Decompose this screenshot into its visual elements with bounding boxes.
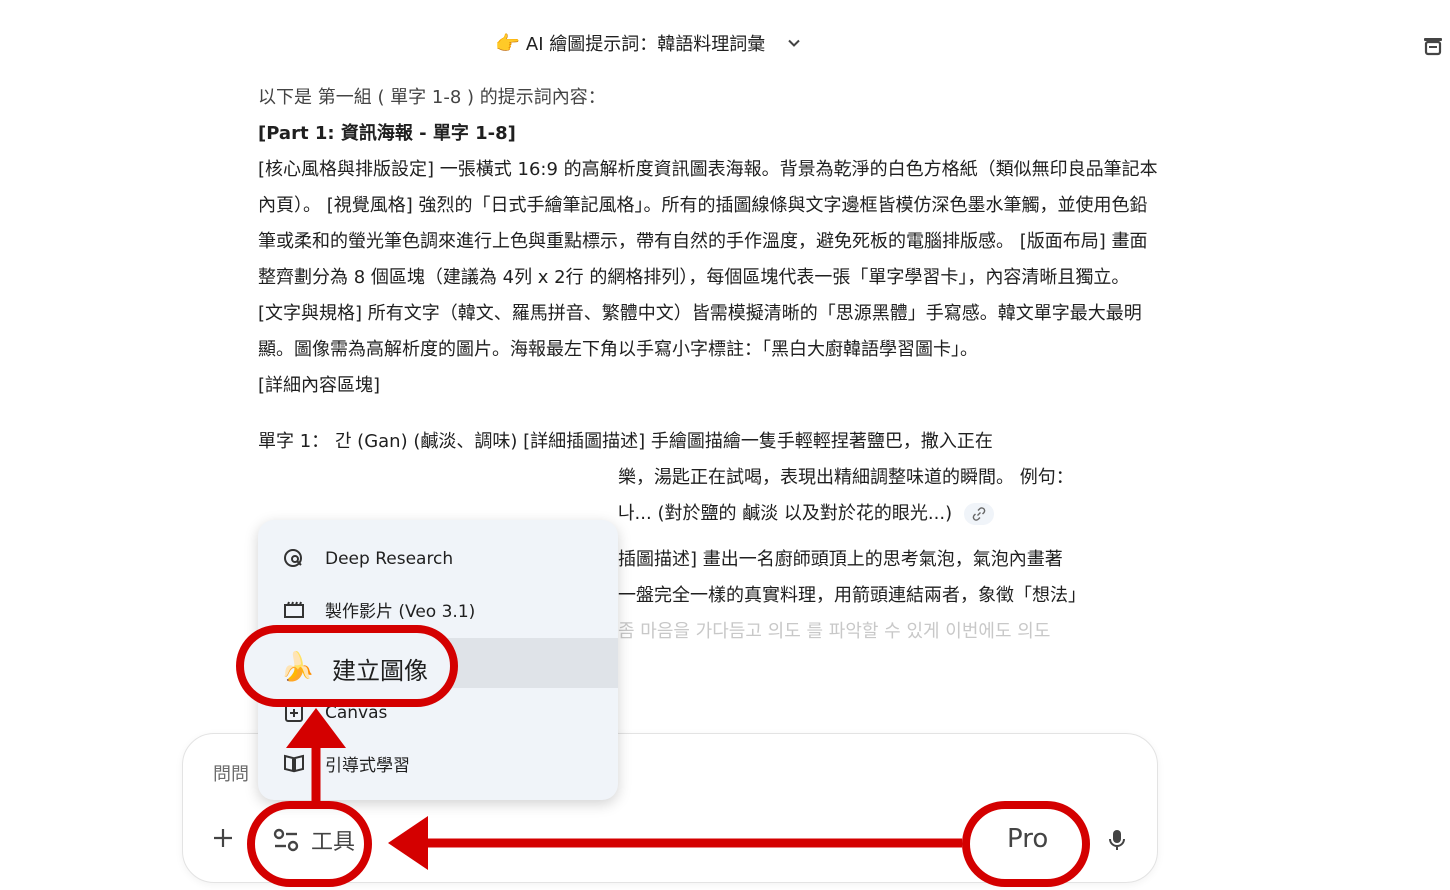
- prompt-placeholder: 問問: [213, 764, 249, 785]
- pointing-hand-icon: 👉: [495, 31, 520, 55]
- core-paragraph: [核心風格與排版設定] 一張橫式 16:9 的高解析度資訊圖表海報。背景為乾淨的…: [258, 159, 1158, 360]
- microphone-icon[interactable]: [1107, 828, 1127, 852]
- deep-research-icon: [282, 547, 306, 571]
- add-button[interactable]: [211, 826, 235, 850]
- menu-item-video[interactable]: 製作影片 (Veo 3.1): [258, 584, 618, 634]
- video-clapper-icon: [282, 597, 306, 621]
- source-link-icon[interactable]: [963, 503, 994, 525]
- detail-line: 單字 1： 간 (Gan) (鹹淡、調味) [詳細插圖描述] 手繪圖描繪一隻手輕…: [258, 431, 993, 452]
- delete-icon[interactable]: [1420, 32, 1446, 58]
- tools-label: 工具: [311, 830, 356, 855]
- tools-menu: Deep Research 製作影片 (Veo 3.1) Canvas 引導式學…: [258, 520, 618, 800]
- conversation-title-text: AI 繪圖提示詞：韓語料理詞彙: [525, 34, 766, 55]
- book-icon: [282, 751, 306, 775]
- detail-line: 樂，湯匙正在試喝，表現出精細調整味道的瞬間。 例句：: [618, 467, 1074, 488]
- canvas-icon: [282, 701, 306, 725]
- chevron-down-icon: [788, 39, 800, 47]
- menu-item-deep-research[interactable]: Deep Research: [258, 534, 618, 584]
- menu-item-create-image[interactable]: [258, 638, 618, 688]
- tools-button[interactable]: 工具: [271, 820, 355, 860]
- part-heading: [Part 1: 資訊海報 - 單字 1-8]: [258, 123, 516, 144]
- detail-heading: [詳細內容區塊]: [258, 375, 381, 396]
- intro-line: 以下是 第一組 ( 單字 1-8 ) 的提示詞內容：: [258, 87, 606, 108]
- conversation-title[interactable]: 👉 AI 繪圖提示詞：韓語料理詞彙: [495, 30, 801, 56]
- tools-icon: [273, 828, 299, 852]
- mode-selector-button[interactable]: Pro: [1007, 824, 1048, 854]
- menu-item-canvas[interactable]: Canvas: [258, 688, 618, 738]
- menu-item-guided-learning[interactable]: 引導式學習: [258, 738, 618, 788]
